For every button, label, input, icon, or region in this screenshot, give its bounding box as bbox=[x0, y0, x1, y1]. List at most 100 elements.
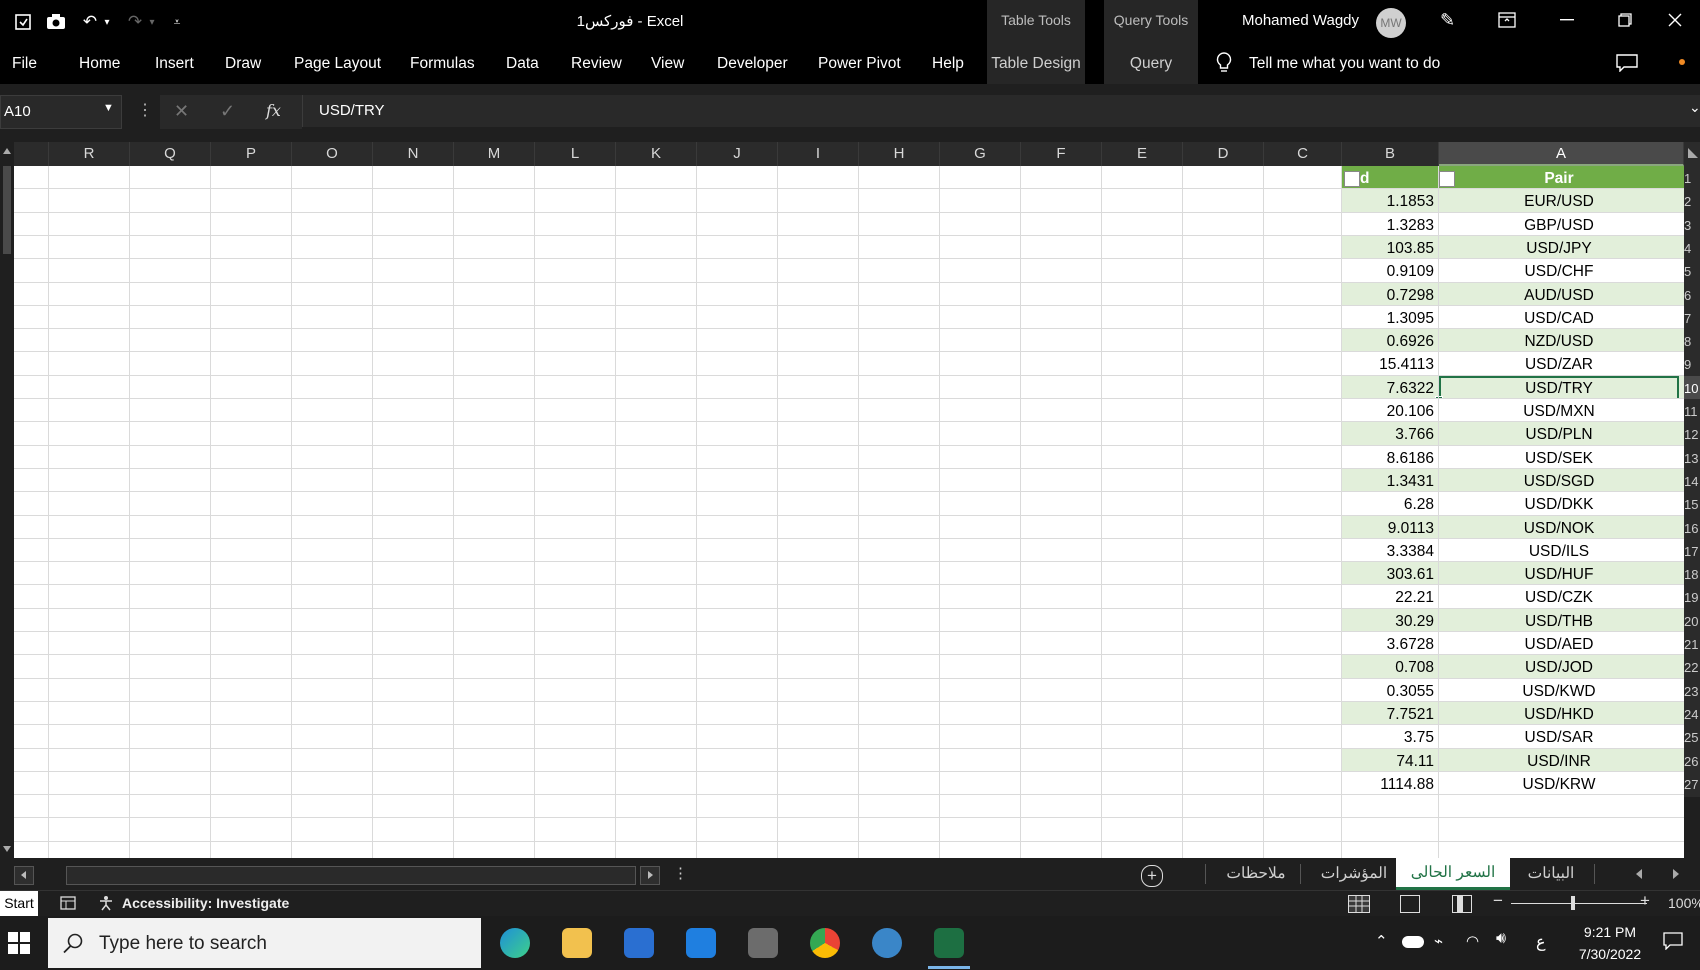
tab-home[interactable]: Home bbox=[79, 44, 120, 84]
windows-start-icon[interactable] bbox=[8, 932, 30, 959]
minimize-icon[interactable] bbox=[1538, 0, 1596, 40]
row-header[interactable]: 14 bbox=[1684, 469, 1700, 494]
column-header-g[interactable]: G bbox=[940, 142, 1021, 166]
pen-icon[interactable]: ✎ bbox=[1440, 10, 1455, 31]
accessibility-status[interactable]: Accessibility: Investigate bbox=[122, 895, 289, 911]
column-header-m[interactable]: M bbox=[454, 142, 535, 166]
row-header[interactable]: 27 bbox=[1684, 772, 1700, 797]
vertical-scroll-thumb[interactable] bbox=[3, 166, 11, 254]
price-cell[interactable]: 22.21 bbox=[1342, 585, 1438, 610]
row-header[interactable]: 11 bbox=[1684, 399, 1700, 424]
worksheet-grid[interactable]: d Pair 1.1853 EUR/USD 1.3283 GBP/USD 103.85 USD… bbox=[14, 166, 1684, 858]
customize-qat-icon[interactable]: ⩡ bbox=[170, 10, 184, 34]
row-header[interactable]: 25 bbox=[1684, 725, 1700, 750]
vertical-scrollbar[interactable] bbox=[0, 142, 14, 858]
ribbon-display-options-icon[interactable] bbox=[1478, 0, 1536, 40]
select-all-corner[interactable] bbox=[1684, 142, 1700, 166]
pair-cell[interactable]: USD/SAR bbox=[1439, 725, 1679, 750]
accessibility-icon[interactable] bbox=[98, 895, 116, 916]
taskbar-search-box[interactable]: Type here to search bbox=[48, 918, 481, 968]
row-header[interactable]: 6 bbox=[1684, 283, 1700, 308]
row-header[interactable]: 18 bbox=[1684, 562, 1700, 587]
avatar[interactable]: MW bbox=[1376, 8, 1406, 38]
row-header[interactable]: 15 bbox=[1684, 492, 1700, 517]
name-box[interactable]: A10 ▼ bbox=[0, 95, 122, 129]
clock-date[interactable]: 7/30/2022 bbox=[1562, 946, 1658, 962]
row-header[interactable]: 4 bbox=[1684, 236, 1700, 261]
row-header[interactable]: 20 bbox=[1684, 609, 1700, 634]
tab-draw[interactable]: Draw bbox=[225, 44, 261, 84]
store-icon[interactable] bbox=[624, 928, 654, 958]
price-cell[interactable]: 0.9109 bbox=[1342, 259, 1438, 284]
pair-cell[interactable]: EUR/USD bbox=[1439, 189, 1679, 214]
input-language[interactable]: ع bbox=[1536, 932, 1546, 952]
scroll-down-icon[interactable] bbox=[3, 846, 11, 852]
tab-view[interactable]: View bbox=[651, 44, 684, 84]
price-cell[interactable]: 6.28 bbox=[1342, 492, 1438, 517]
filter-dropdown-icon[interactable] bbox=[1344, 171, 1360, 187]
scroll-left-icon[interactable] bbox=[14, 866, 34, 885]
column-header-c[interactable]: C bbox=[1264, 142, 1342, 166]
row-header[interactable]: 9 bbox=[1684, 352, 1700, 377]
page-break-view-icon[interactable] bbox=[1452, 895, 1472, 913]
autosave-icon[interactable] bbox=[11, 10, 35, 34]
page-layout-view-icon[interactable] bbox=[1400, 895, 1420, 913]
expand-formula-icon[interactable]: ⌄ bbox=[1689, 99, 1700, 116]
tab-insert[interactable]: Insert bbox=[155, 44, 194, 84]
price-cell[interactable]: 1.1853 bbox=[1342, 189, 1438, 214]
scroll-up-icon[interactable] bbox=[3, 148, 11, 154]
row-header[interactable]: 16 bbox=[1684, 516, 1700, 541]
filter-dropdown-icon[interactable] bbox=[1439, 171, 1455, 187]
chrome-icon[interactable] bbox=[810, 928, 840, 958]
zoom-slider[interactable] bbox=[1511, 903, 1647, 904]
column-header-j[interactable]: J bbox=[697, 142, 778, 166]
next-sheet-icon[interactable] bbox=[1673, 869, 1679, 879]
tab-splitter-icon[interactable]: ⋮ bbox=[673, 864, 688, 882]
tab-power-pivot[interactable]: Power Pivot bbox=[818, 44, 901, 84]
pair-cell[interactable]: USD/ZAR bbox=[1439, 352, 1679, 377]
horizontal-scroll-thumb[interactable] bbox=[66, 866, 636, 885]
price-cell[interactable]: 15.4113 bbox=[1342, 352, 1438, 377]
pair-cell[interactable]: USD/PLN bbox=[1439, 422, 1679, 447]
row-header[interactable]: 23 bbox=[1684, 679, 1700, 704]
row-header[interactable]: 17 bbox=[1684, 539, 1700, 564]
column-header-i[interactable]: I bbox=[778, 142, 859, 166]
pair-cell[interactable]: USD/DKK bbox=[1439, 492, 1679, 517]
row-header[interactable]: 21 bbox=[1684, 632, 1700, 657]
row-header[interactable]: 13 bbox=[1684, 446, 1700, 471]
formula-input[interactable]: USD/TRY ⌄ bbox=[302, 95, 1700, 127]
comments-icon[interactable] bbox=[1616, 54, 1638, 77]
row-header[interactable]: 1 bbox=[1684, 166, 1700, 191]
tab-formulas[interactable]: Formulas bbox=[410, 44, 475, 84]
scroll-right-icon[interactable] bbox=[640, 866, 660, 885]
clock-time[interactable]: 9:21 PM bbox=[1562, 924, 1658, 940]
price-cell[interactable]: 0.708 bbox=[1342, 655, 1438, 680]
pair-cell[interactable]: USD/JOD bbox=[1439, 655, 1679, 680]
column-header-n[interactable]: N bbox=[373, 142, 454, 166]
row-header[interactable]: 7 bbox=[1684, 306, 1700, 331]
row-header[interactable]: 3 bbox=[1684, 213, 1700, 238]
sheet-tab-notes[interactable]: ملاحظات bbox=[1212, 858, 1300, 890]
camera-icon[interactable] bbox=[44, 10, 68, 34]
row-header[interactable]: 24 bbox=[1684, 702, 1700, 727]
column-header-e[interactable]: E bbox=[1102, 142, 1183, 166]
column-header-d[interactable]: D bbox=[1183, 142, 1264, 166]
wifi-icon[interactable]: ◠ bbox=[1466, 932, 1479, 950]
row-header[interactable]: 2 bbox=[1684, 189, 1700, 214]
column-header-k[interactable]: K bbox=[616, 142, 697, 166]
price-cell[interactable]: 3.766 bbox=[1342, 422, 1438, 447]
tab-review[interactable]: Review bbox=[571, 44, 622, 84]
undo-icon[interactable]: ↶ bbox=[78, 10, 102, 34]
sheet-tab-indicators[interactable]: المؤشرات bbox=[1304, 858, 1404, 890]
zoom-level[interactable]: 100% bbox=[1668, 895, 1700, 911]
user-name[interactable]: Mohamed Wagdy bbox=[1242, 12, 1359, 29]
row-header[interactable]: 19 bbox=[1684, 585, 1700, 610]
sheet-tab-current-price[interactable]: السعر الحالى bbox=[1396, 858, 1510, 890]
excel-taskbar-icon[interactable] bbox=[934, 928, 964, 958]
tab-file[interactable]: File bbox=[12, 44, 37, 84]
calculator-icon[interactable] bbox=[748, 928, 778, 958]
pair-cell[interactable]: USD/CZK bbox=[1439, 585, 1679, 610]
sheet-tab-data[interactable]: البيانات bbox=[1510, 858, 1592, 890]
column-header-l[interactable]: L bbox=[535, 142, 616, 166]
more-options-icon[interactable]: ⋮ bbox=[137, 100, 153, 120]
